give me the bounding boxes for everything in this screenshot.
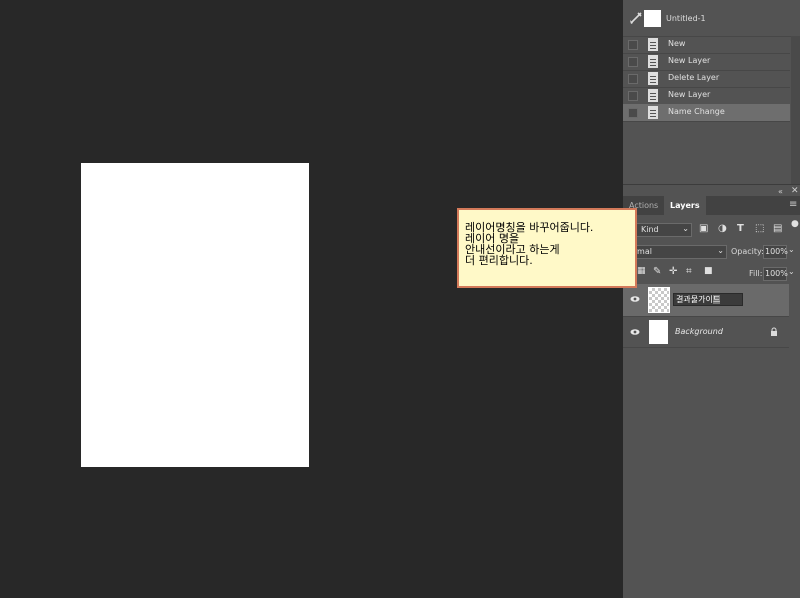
document-icon: [648, 72, 658, 85]
filter-smartobject-icon[interactable]: ▤: [773, 223, 782, 234]
snapshot-title: Untitled-1: [666, 14, 706, 23]
fill-label: Fill:: [749, 269, 763, 278]
layers-panel: « ✕ Actions Layers ≡ Kind ⌄ ▣ ◑ T ⬚ ▤ ● …: [623, 184, 800, 598]
document-icon: [648, 89, 658, 102]
filter-kind-value: Kind: [641, 225, 659, 234]
visibility-eye-icon[interactable]: [630, 294, 640, 304]
history-source-checkbox[interactable]: [628, 108, 638, 118]
history-item[interactable]: New Layer: [623, 87, 790, 105]
filter-kind-select[interactable]: Kind ⌄: [636, 223, 692, 237]
document-icon: [648, 38, 658, 51]
document-canvas[interactable]: [81, 163, 309, 467]
panel-menu-icon[interactable]: ≡: [789, 199, 797, 210]
lock-pixels-brush-icon[interactable]: ✎: [653, 266, 661, 277]
history-brush-icon[interactable]: [629, 11, 643, 25]
panel-tab-bar: Actions Layers ≡: [623, 196, 800, 215]
layer-thumbnail-transparent: [648, 287, 670, 313]
history-item[interactable]: Delete Layer: [623, 70, 790, 88]
lock-position-move-icon[interactable]: ✛: [669, 266, 677, 277]
history-source-checkbox[interactable]: [628, 57, 638, 67]
document-icon: [648, 55, 658, 68]
snapshot-thumbnail: [644, 10, 661, 27]
filter-pixel-icon[interactable]: ▣: [699, 223, 708, 234]
history-source-checkbox[interactable]: [628, 74, 638, 84]
layer-name-selection: 드: [712, 295, 721, 304]
layer-row[interactable]: Background: [623, 317, 789, 348]
history-item-label: New: [668, 39, 686, 48]
opacity-input[interactable]: 100%: [763, 245, 788, 259]
opacity-value: 100%: [765, 247, 788, 256]
history-item-selected[interactable]: Name Change: [623, 104, 790, 122]
history-item-label: Delete Layer: [668, 73, 720, 82]
history-source-checkbox[interactable]: [628, 91, 638, 101]
history-source-checkbox[interactable]: [628, 40, 638, 50]
layer-row-selected[interactable]: 결과물가이드: [623, 284, 789, 317]
history-item-label: New Layer: [668, 56, 711, 65]
chevron-down-icon: ⌄: [682, 224, 689, 233]
filter-shape-icon[interactable]: ⬚: [755, 223, 764, 234]
layer-thumbnail-white: [649, 320, 668, 344]
lock-transparent-icon[interactable]: ▦: [637, 266, 646, 276]
document-icon: [648, 106, 658, 119]
history-snapshot[interactable]: Untitled-1: [623, 0, 800, 37]
blend-mode-select[interactable]: ormal ⌄: [625, 245, 727, 259]
note-line: 더 편리합니다.: [465, 254, 533, 267]
lock-artboard-icon[interactable]: ⌗: [686, 266, 692, 277]
fill-input[interactable]: 100%: [763, 267, 788, 281]
annotation-note: 레이어명칭을 바꾸어줍니다. 레이어 명을 안내선이라고 하는게 더 편리합니다…: [457, 208, 637, 288]
filter-toggle-icon[interactable]: ●: [791, 219, 799, 229]
layer-name: Background: [675, 327, 723, 336]
history-item-label: New Layer: [668, 90, 711, 99]
history-scrollbar[interactable]: [791, 36, 800, 184]
tab-layers[interactable]: Layers: [664, 196, 706, 215]
collapse-panel-icon[interactable]: «: [778, 187, 783, 196]
chevron-down-icon: ⌄: [717, 246, 724, 255]
lock-all-icon[interactable]: ■: [704, 266, 713, 276]
opacity-chevron-icon[interactable]: ⌄: [788, 245, 795, 254]
lock-icon[interactable]: [769, 327, 779, 337]
layer-name-input[interactable]: 결과물가이드: [673, 293, 743, 306]
visibility-eye-icon[interactable]: [630, 327, 640, 337]
filter-type-icon[interactable]: T: [737, 223, 744, 234]
opacity-label: Opacity:: [731, 247, 764, 256]
fill-chevron-icon[interactable]: ⌄: [788, 267, 795, 276]
close-icon[interactable]: ✕: [791, 186, 799, 196]
history-item-label: Name Change: [668, 107, 725, 116]
filter-adjustment-icon[interactable]: ◑: [718, 223, 727, 234]
history-item[interactable]: New Layer: [623, 53, 790, 71]
fill-value: 100%: [765, 269, 788, 278]
layer-name-text: 결과물가이: [676, 295, 713, 304]
history-item[interactable]: New: [623, 36, 790, 54]
history-panel: Untitled-1 New New Layer Delete Layer Ne…: [623, 0, 800, 184]
